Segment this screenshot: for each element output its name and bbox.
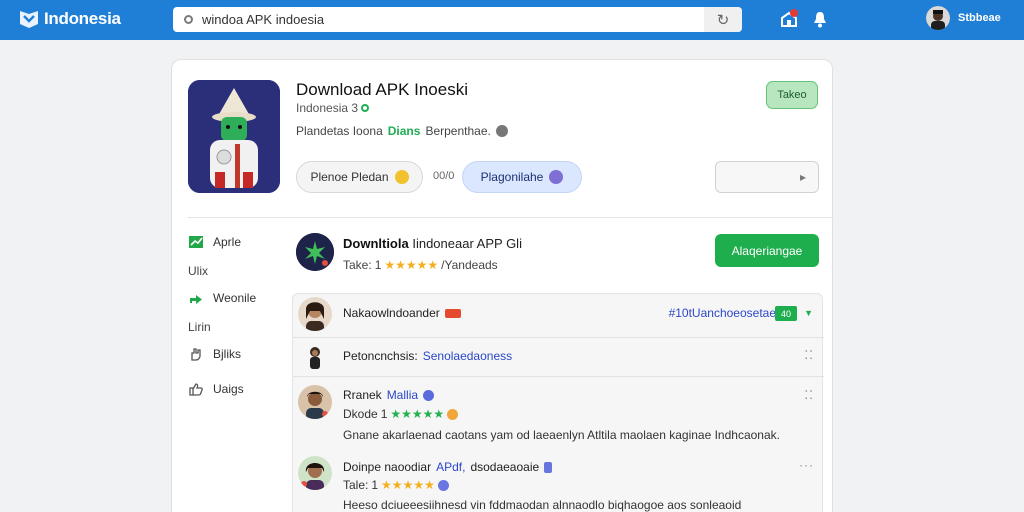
review-row-name: Doinpe naoodiar APdf, dsodaeaoaie [343, 460, 553, 474]
user-menu[interactable]: Stbbeae [926, 6, 1001, 30]
meta-prefix: Plandetas Ioona [296, 124, 383, 138]
emoji-icon [447, 408, 459, 420]
avatar[interactable] [301, 342, 329, 370]
divider [293, 337, 824, 338]
sidebar-text-ulix: Ulix [188, 264, 208, 278]
review-header-link[interactable]: #10tUanchoeosetae [669, 306, 776, 320]
user-name: Stbbeae [958, 12, 1001, 24]
reviewer-tag: Mallia [386, 388, 419, 402]
sidebar-item-label: Aprle [213, 235, 242, 249]
hand-icon [191, 348, 201, 361]
avatar[interactable] [298, 456, 332, 490]
review-row-name: Rranek Mallia [343, 388, 435, 402]
avatar[interactable] [298, 385, 332, 419]
logo-text: Indonesia [44, 9, 121, 28]
sidebar-item-label: Uaigs [213, 382, 244, 396]
download-app-icon [296, 233, 334, 271]
sidebar-item-label: Bjliks [213, 347, 242, 361]
sidebar-item-weonile[interactable]: Weonile [188, 291, 256, 305]
flag-icon [444, 308, 461, 318]
download-title: Downltiola Iindoneaar APP Gli [343, 236, 522, 251]
app-title: Download APK Inoeski [296, 80, 468, 99]
avatar[interactable] [298, 297, 332, 331]
sidebar-item-label: Weonile [213, 291, 257, 305]
star-rating: ★★★★★ [381, 478, 435, 492]
pill-separator: 00/0 [433, 170, 455, 182]
search-bar[interactable]: ↻ [173, 7, 742, 32]
chart-icon [189, 236, 203, 248]
download-title-bold: Downltiola [343, 236, 409, 251]
app-icon [188, 80, 280, 193]
search-input[interactable] [202, 12, 692, 27]
category-pill-label: Plagonilahe [480, 170, 544, 184]
reload-icon[interactable]: ↻ [704, 7, 742, 32]
divider [293, 376, 824, 377]
avatar [926, 6, 950, 30]
logo-icon [20, 11, 38, 28]
app-card: Download APK Inoeski Indonesia 3 Plandet… [171, 59, 833, 512]
search-icon [184, 15, 193, 24]
sidebar-item-aprle[interactable]: Aprle [188, 235, 241, 249]
review-count-badge: 40 [775, 306, 797, 321]
more-options-icon[interactable]: ⁚⁚ [804, 388, 814, 402]
category-pill-button[interactable]: Plagonilahe [462, 161, 582, 193]
take-button[interactable]: Takeo [766, 81, 818, 109]
reviewer-name: Rranek [343, 388, 382, 402]
site-logo[interactable]: Indonesia [18, 8, 121, 30]
verified-icon [423, 389, 435, 401]
more-options-icon[interactable]: ⁚⁚ [804, 348, 814, 362]
smile-icon [394, 170, 409, 184]
rating-prefix: Tale: [343, 478, 369, 492]
rating-suffix: /Yandeads [441, 258, 498, 272]
download-rating: Take: 1 ★★★★★ /Yandeads [343, 258, 498, 272]
download-button[interactable]: Alaqeriangae [715, 234, 819, 267]
rating-number: 1 [371, 478, 379, 492]
review-row-name: Petoncnchsis: Senolaedaoness [343, 349, 512, 363]
meta-suffix: Berpenthae. [425, 124, 491, 138]
sidebar-text-lirin: Lirin [188, 320, 211, 334]
review-header-name: Nakaowlndoander [343, 306, 461, 320]
share-icon [190, 295, 202, 304]
chevron-down-icon[interactable]: ▼ [804, 308, 813, 318]
review-rating: Dkode 1 ★★★★★ [343, 407, 459, 421]
reviews-panel: Nakaowlndoander #10tUanchoeosetae 40 ▼ P… [292, 293, 824, 512]
sidebar-item-bjliks[interactable]: Bjliks [188, 347, 241, 361]
info-icon[interactable] [495, 125, 508, 137]
rating-number: 1 [374, 258, 382, 272]
sidebar-item-uaigs[interactable]: Uaigs [188, 382, 244, 396]
rating-prefix: Take: [343, 258, 372, 272]
emoji-icon [437, 479, 449, 491]
more-options-icon[interactable]: ··· [799, 458, 814, 472]
app-subtitle-text: Indonesia 3 [296, 101, 359, 115]
review-text: Heeso dciueeesiihnesd vin fddmaodan alnn… [343, 498, 742, 512]
dropdown-arrow-icon: ▸ [799, 170, 806, 184]
verified-icon [544, 461, 553, 473]
reviewer-extra: dsodaeaoaie [470, 460, 540, 474]
reviewer-tag: APdf, [436, 460, 466, 474]
review-text: Gnane akarlaenad caotans yam od laeaenly… [343, 428, 780, 442]
verified-icon [361, 104, 370, 112]
app-meta: Plandetas Ioona Dians Berpenthae. [296, 124, 508, 138]
star-rating: ★★★★★ [384, 258, 439, 272]
top-bar: Indonesia ↻ Stbbeae [0, 0, 1024, 40]
reviewer-tag: Senolaedaoness [422, 349, 513, 363]
thumb-icon [189, 383, 203, 396]
meta-green: Dians [387, 124, 421, 138]
app-subtitle: Indonesia 3 [296, 101, 370, 115]
plan-pill-button[interactable]: Plenoe Pledan [296, 161, 423, 193]
reviewer-name: Petoncnchsis: [343, 349, 418, 363]
review-rating: Tale: 1 ★★★★★ [343, 478, 449, 492]
star-rating: ★★★★★ [390, 407, 445, 421]
bell-icon[interactable] [812, 10, 828, 28]
plan-pill-label: Plenoe Pledan [310, 170, 389, 184]
select-dropdown[interactable]: ▸ [715, 161, 819, 193]
rating-prefix: Dkode [343, 407, 378, 421]
reviewer-name: Nakaowlndoander [343, 306, 440, 320]
rating-number: 1 [380, 407, 388, 421]
download-title-rest: Iindoneaar APP Gli [412, 236, 522, 251]
divider [188, 217, 833, 218]
notification-icon[interactable] [779, 9, 799, 29]
reviewer-name: Doinpe naoodiar [343, 460, 432, 474]
badge-icon [549, 170, 564, 184]
